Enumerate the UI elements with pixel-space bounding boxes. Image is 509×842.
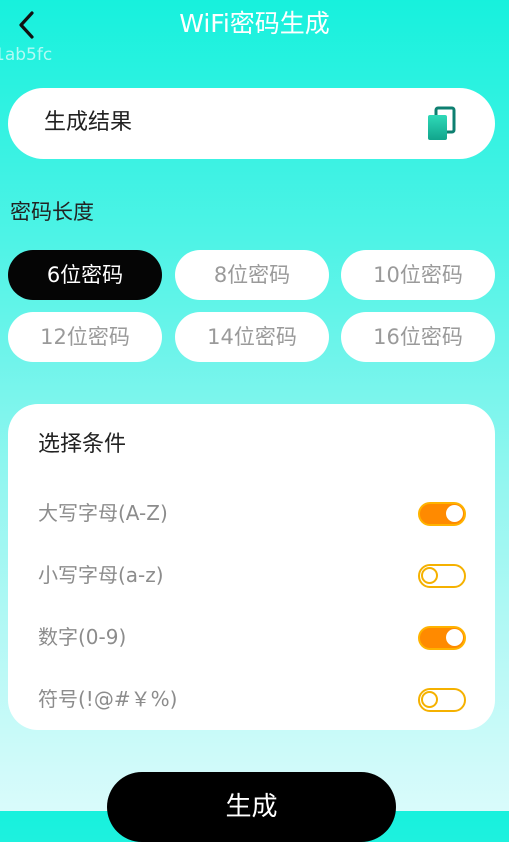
toggle-symbols[interactable] <box>418 688 466 712</box>
conditions-card: 选择条件 大写字母(A-Z) 小写字母(a-z) 数字(0-9) 符号(!@#￥… <box>8 404 495 730</box>
length-option-14[interactable]: 14位密码 <box>175 312 329 362</box>
copy-button[interactable] <box>425 106 459 142</box>
length-option-12[interactable]: 12位密码 <box>8 312 162 362</box>
result-text: 生成结果 <box>44 110 133 135</box>
generate-button[interactable]: 生成 <box>107 772 396 842</box>
condition-label-symbols: 符号(!@#￥%) <box>38 687 178 711</box>
page-title: WiFi密码生成 <box>179 9 330 38</box>
condition-label-digits: 数字(0-9) <box>38 625 127 649</box>
length-option-16[interactable]: 16位密码 <box>341 312 495 362</box>
toggle-knob <box>421 567 438 584</box>
toggle-uppercase[interactable] <box>418 502 466 526</box>
toggle-digits[interactable] <box>418 626 466 650</box>
toggle-knob <box>446 505 463 522</box>
toggle-knob <box>421 691 438 708</box>
length-section-label: 密码长度 <box>10 200 94 224</box>
copy-icon <box>428 106 456 140</box>
length-option-6[interactable]: 6位密码 <box>8 250 162 300</box>
overlay-text: 1ab5fc <box>0 45 53 65</box>
length-option-10[interactable]: 10位密码 <box>341 250 495 300</box>
length-option-8[interactable]: 8位密码 <box>175 250 329 300</box>
toggle-knob <box>446 629 463 646</box>
conditions-title: 选择条件 <box>38 432 127 457</box>
result-display: 生成结果 <box>8 88 495 159</box>
toggle-lowercase[interactable] <box>418 564 466 588</box>
condition-label-uppercase: 大写字母(A-Z) <box>38 501 168 525</box>
header-bar: WiFi密码生成 <box>0 0 509 50</box>
condition-label-lowercase: 小写字母(a-z) <box>38 563 164 587</box>
